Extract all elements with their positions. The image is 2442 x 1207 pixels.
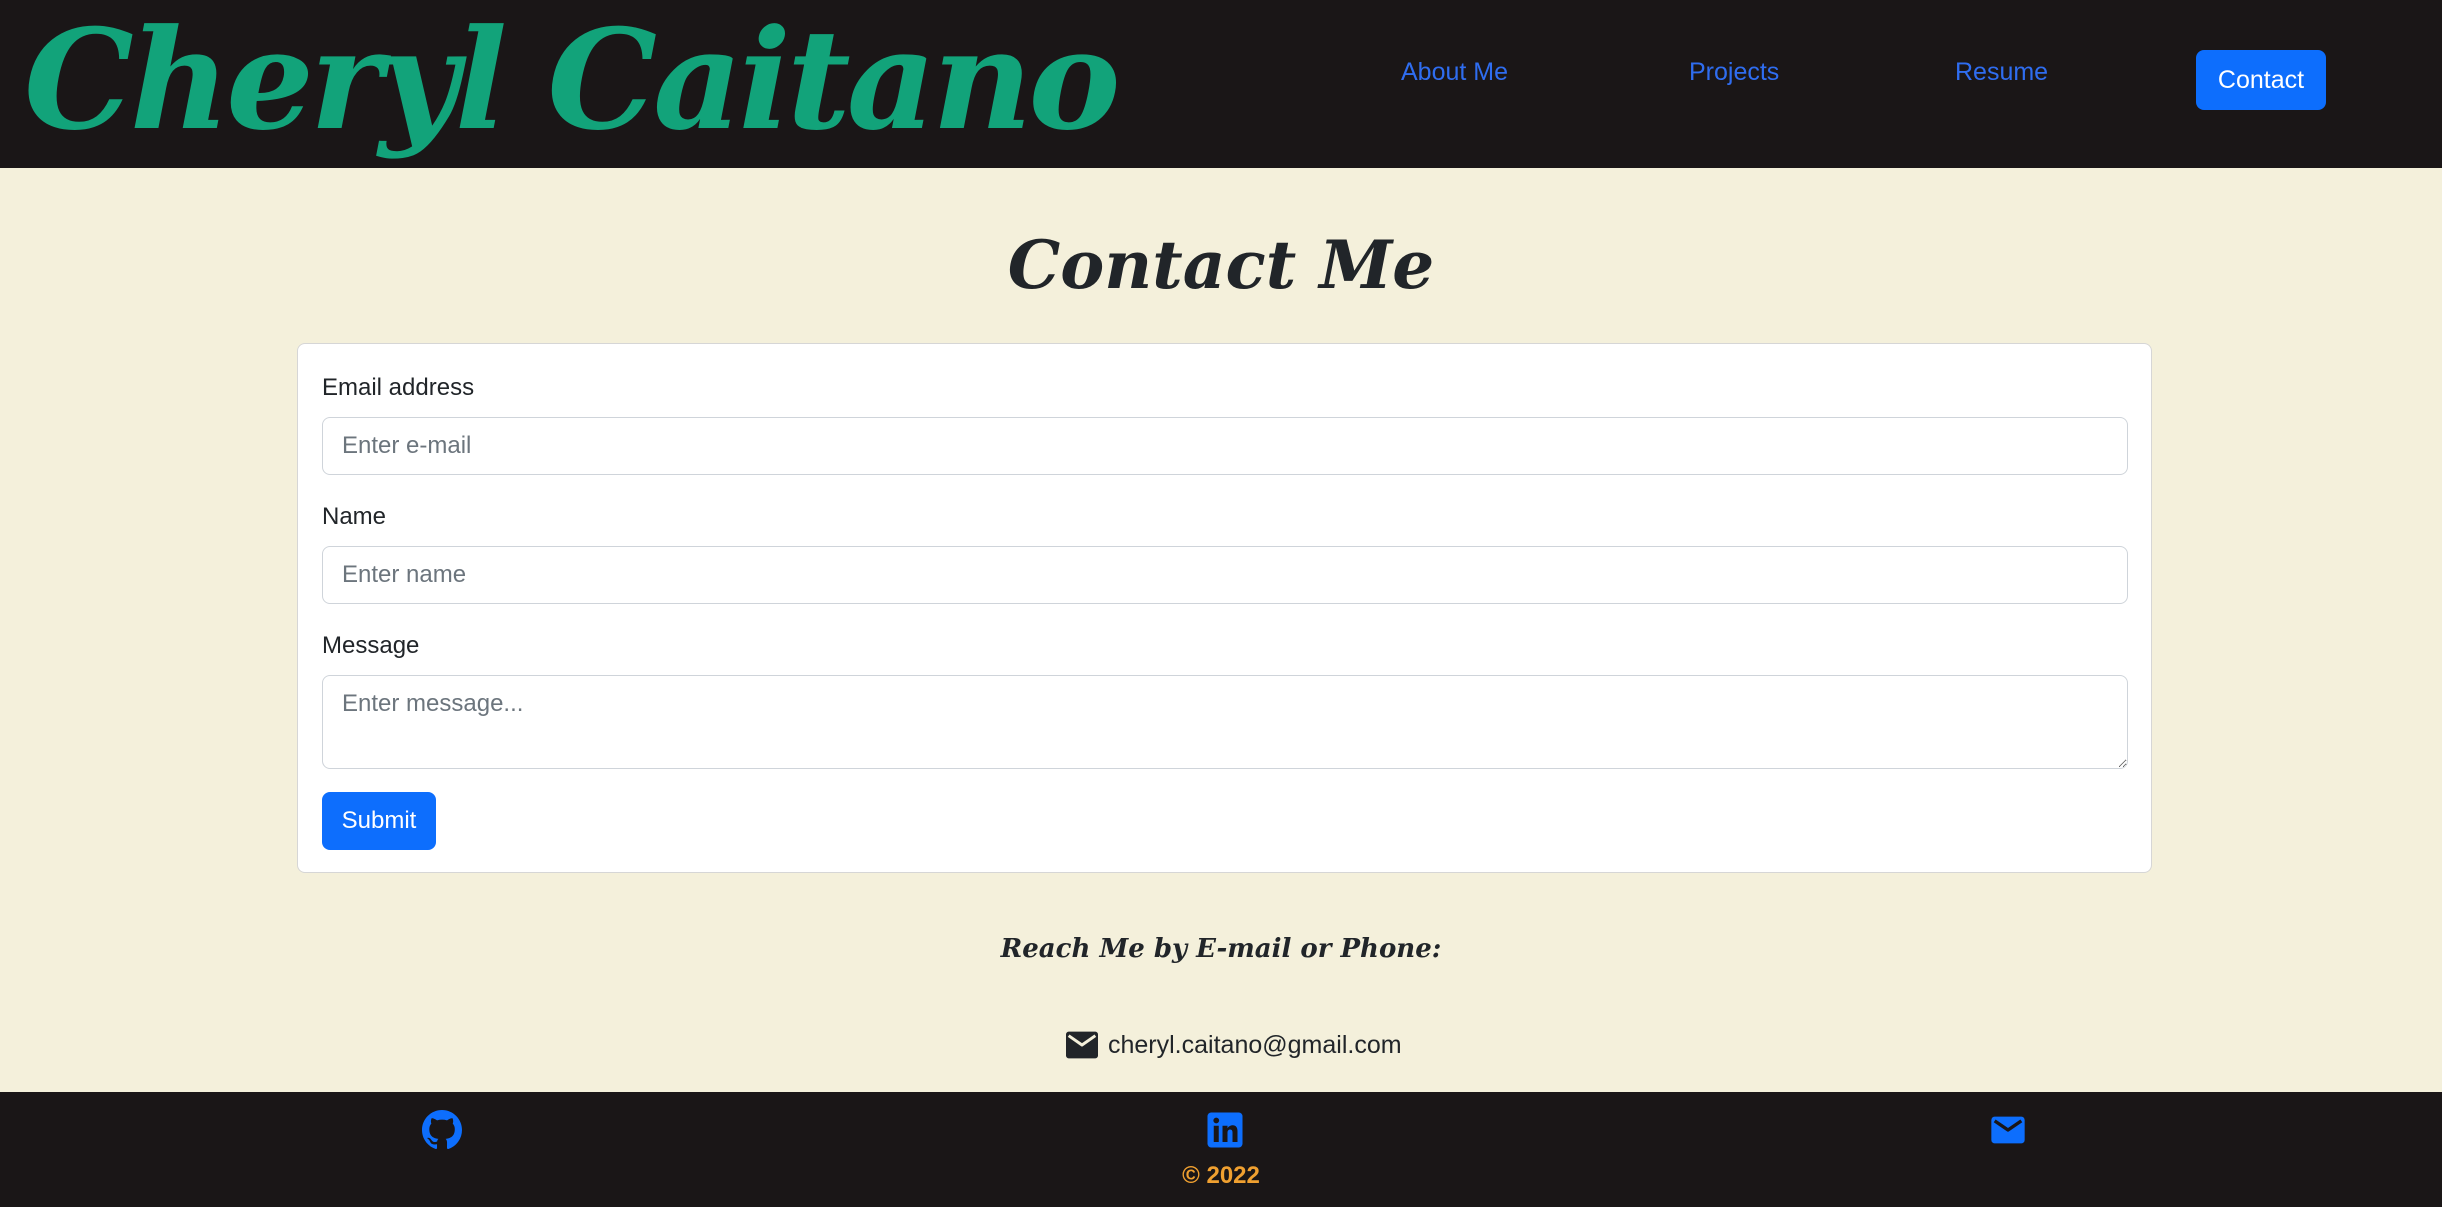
- contact-email-text[interactable]: cheryl.caitano@gmail.com: [1108, 1031, 1402, 1060]
- reach-heading: Reach Me by E-mail or Phone:: [1000, 934, 1442, 964]
- name-label: Name: [322, 503, 387, 530]
- submit-button[interactable]: Submit: [322, 792, 436, 850]
- nav-projects-link[interactable]: Projects: [1689, 58, 1779, 87]
- site-footer: © 2022: [0, 1092, 2442, 1207]
- github-icon[interactable]: [422, 1110, 462, 1150]
- linkedin-icon[interactable]: [1205, 1110, 1245, 1150]
- copyright-text: © 2022: [1182, 1162, 1260, 1189]
- email-label: Email address: [322, 374, 475, 401]
- nav-resume-link[interactable]: Resume: [1955, 58, 2048, 87]
- brand-logo-text[interactable]: Cheryl Caitano: [24, 0, 1121, 160]
- name-input[interactable]: [322, 546, 2128, 604]
- nav-about-link[interactable]: About Me: [1401, 58, 1508, 87]
- email-contact-line: cheryl.caitano@gmail.com: [1066, 1028, 1402, 1062]
- message-label: Message: [322, 632, 420, 659]
- nav-contact-button[interactable]: Contact: [2196, 50, 2326, 110]
- page-title: Contact Me: [1007, 226, 1435, 304]
- message-textarea[interactable]: [322, 675, 2128, 769]
- envelope-icon: [1066, 1031, 1098, 1059]
- mail-icon[interactable]: [1988, 1110, 2028, 1150]
- contact-form-card: Email address Name Message Submit: [297, 343, 2152, 873]
- email-input[interactable]: [322, 417, 2128, 475]
- site-header: Cheryl Caitano About Me Projects Resume …: [0, 0, 2442, 168]
